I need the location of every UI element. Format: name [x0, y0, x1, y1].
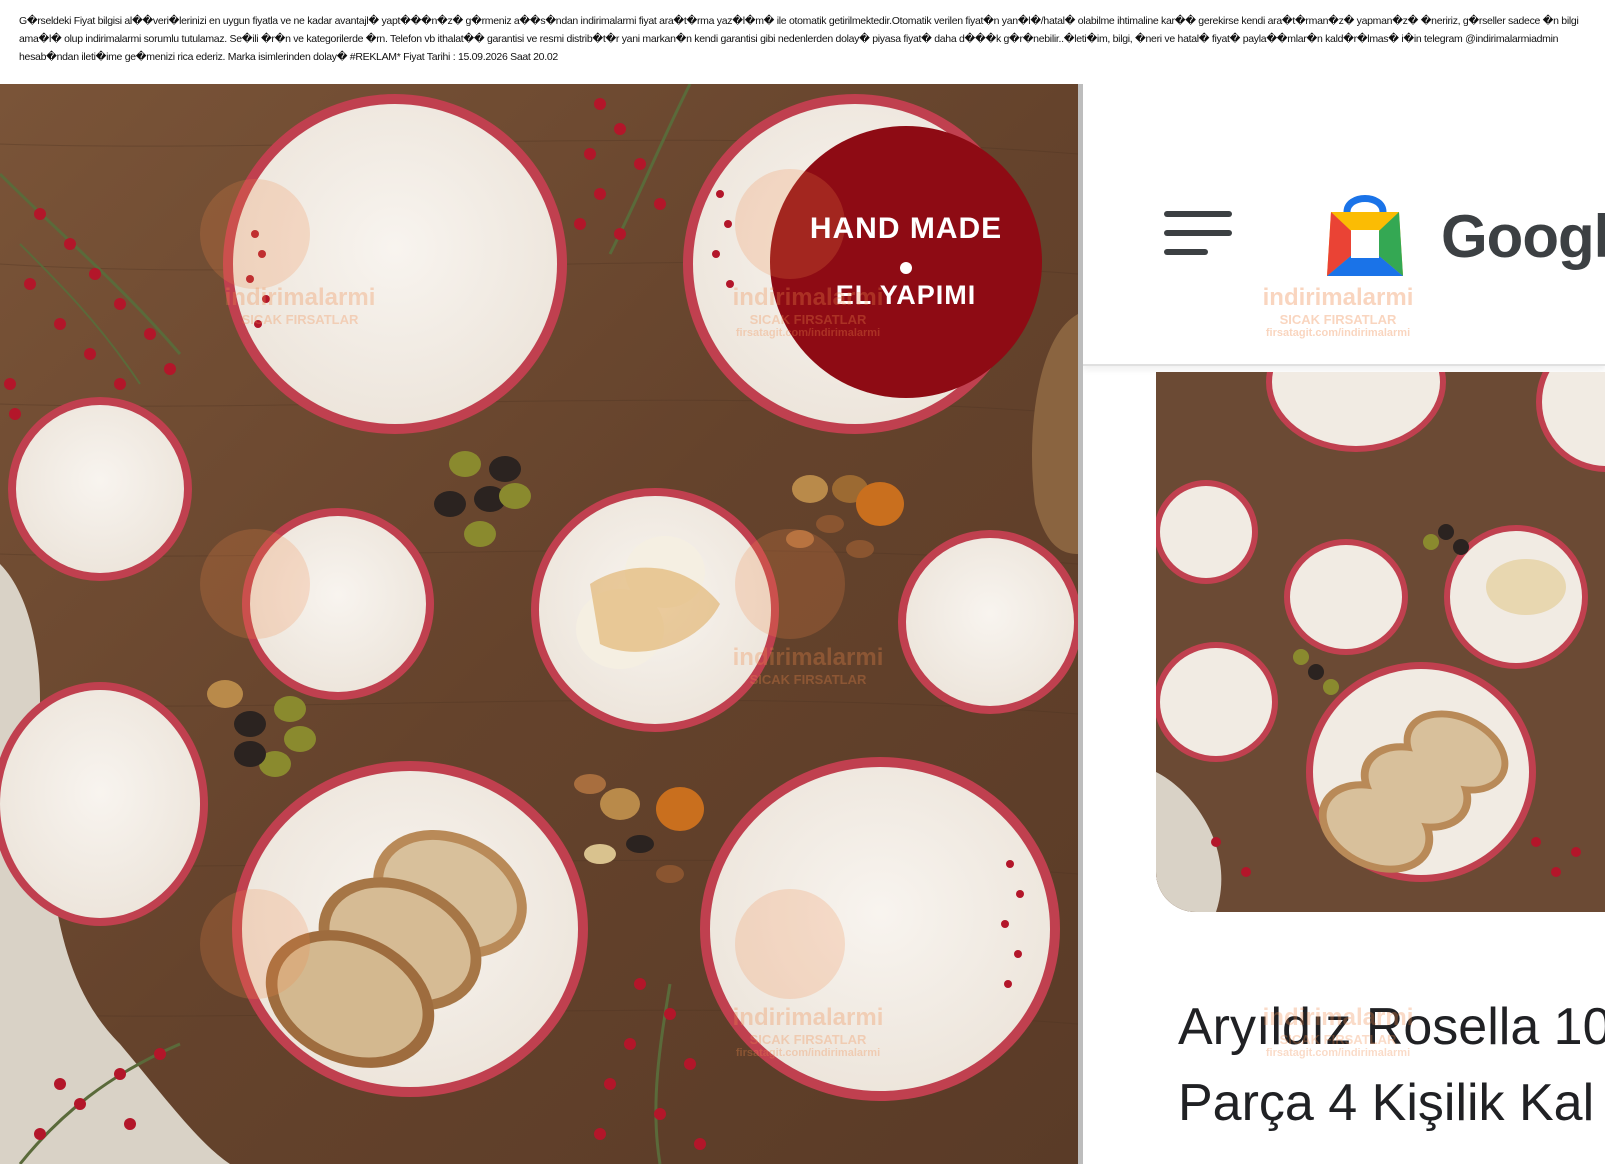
badge-line-handmade: HAND MADE: [809, 212, 1003, 245]
price-disclaimer-text: G�rseldeki Fiyat bilgisi al��veri�lerini…: [19, 15, 1579, 63]
brand-wordmark: Googl: [1441, 203, 1605, 270]
product-title-line-2: Parça 4 Kişilik Kal: [1178, 1074, 1595, 1132]
watermark-text-app-bottom: indirimalarmi SICAK FIRSATLAR firsatagit…: [1248, 1004, 1428, 1059]
watermark-tagline: SICAK FIRSATLAR: [749, 672, 867, 687]
hamburger-menu-icon[interactable]: [1164, 209, 1232, 257]
watermark-url: firsatagit.com/indirimalarmi: [735, 327, 881, 339]
watermark-name: indirimalarmi: [224, 284, 376, 311]
watermark-name: indirimalarmi: [732, 1004, 884, 1031]
watermark-tagline: SICAK FIRSATLAR: [749, 1032, 867, 1047]
watermark-name: indirimalarmi: [732, 644, 884, 671]
shopping-app-screenshot: Googl indirimalarmi SICAK FIRSATLAR firs…: [1083, 84, 1605, 1164]
product-thumbnail-image[interactable]: [1156, 372, 1605, 912]
watermark-text-2: indirimalarmi SICAK FIRSATLAR firsatagit…: [718, 284, 898, 339]
watermark-name: indirimalarmi: [732, 284, 884, 311]
watermark-name: indirimalarmi: [1262, 284, 1414, 311]
bowl-right: [898, 530, 1078, 714]
watermark-url: firsatagit.com/indirimalarmi: [1265, 327, 1411, 339]
watermark-url: firsatagit.com/indirimalarmi: [735, 1047, 881, 1059]
app-top-bar: Googl indirimalarmi SICAK FIRSATLAR firs…: [1083, 84, 1605, 366]
product-hero-image: HAND MADE EL YAPIMI indirimalarmi SICAK …: [0, 84, 1078, 1164]
google-shopping-bag-icon[interactable]: [1323, 186, 1407, 280]
plate-left: [0, 682, 208, 926]
watermark-text-3: indirimalarmi SICAK FIRSATLAR: [718, 644, 898, 687]
watermark-tagline: SICAK FIRSATLAR: [749, 312, 867, 327]
watermark-name: indirimalarmi: [1262, 1004, 1414, 1031]
watermark-text-app: indirimalarmi SICAK FIRSATLAR firsatagit…: [1248, 284, 1428, 339]
watermark-text-1: indirimalarmi SICAK FIRSATLAR: [215, 284, 385, 327]
watermark-tagline: SICAK FIRSATLAR: [241, 312, 359, 327]
watermark-url: firsatagit.com/indirimalarmi: [1265, 1047, 1411, 1059]
watermark-tagline: SICAK FIRSATLAR: [1279, 1032, 1397, 1047]
watermark-tagline: SICAK FIRSATLAR: [1279, 312, 1397, 327]
bowl-left: [8, 397, 192, 581]
watermark-text-4: indirimalarmi SICAK FIRSATLAR firsatagit…: [718, 1004, 898, 1059]
